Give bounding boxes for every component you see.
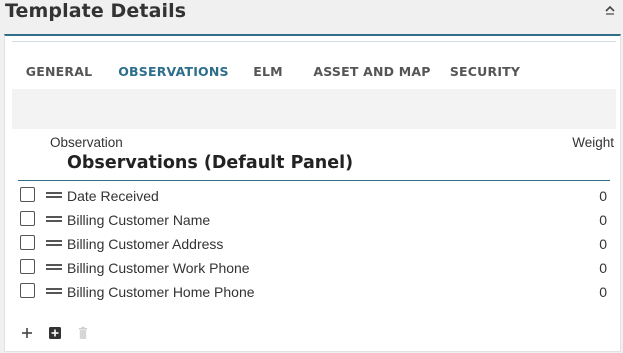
tab-asset-and-map[interactable]: ASSET AND MAP bbox=[313, 64, 431, 88]
row-label: Billing Customer Name bbox=[67, 212, 211, 228]
list-item: Billing Customer Work Phone 0 bbox=[19, 259, 609, 281]
row-checkbox[interactable] bbox=[20, 283, 35, 298]
tab-elm[interactable]: ELM bbox=[249, 64, 287, 88]
row-checkbox[interactable] bbox=[20, 211, 35, 226]
drag-handle-icon[interactable] bbox=[46, 288, 62, 294]
trash-icon[interactable] bbox=[76, 326, 90, 340]
drag-handle-icon[interactable] bbox=[46, 216, 62, 222]
panel-header: Template Details bbox=[0, 0, 623, 34]
template-details-panel: GENERAL OBSERVATIONS ELM ASSET AND MAP S… bbox=[4, 34, 621, 352]
plus-icon[interactable] bbox=[20, 326, 34, 340]
row-weight: 0 bbox=[599, 188, 607, 204]
tab-toolbar-area bbox=[12, 89, 616, 129]
drag-handle-icon[interactable] bbox=[46, 192, 62, 198]
section-divider bbox=[18, 180, 610, 181]
page-title: Template Details bbox=[5, 0, 187, 22]
drag-handle-icon[interactable] bbox=[46, 240, 62, 246]
tab-security[interactable]: SECURITY bbox=[449, 64, 521, 88]
tab-general[interactable]: GENERAL bbox=[24, 64, 94, 88]
row-checkbox[interactable] bbox=[20, 259, 35, 274]
row-weight: 0 bbox=[599, 260, 607, 276]
list-item: Date Received 0 bbox=[19, 187, 609, 209]
section-title: Observations (Default Panel) bbox=[67, 153, 354, 173]
row-weight: 0 bbox=[599, 236, 607, 252]
plus-square-icon[interactable] bbox=[48, 326, 62, 340]
row-weight: 0 bbox=[599, 284, 607, 300]
row-checkbox[interactable] bbox=[20, 235, 35, 250]
list-item: Billing Customer Home Phone 0 bbox=[19, 283, 609, 305]
tab-observations[interactable]: OBSERVATIONS bbox=[108, 64, 239, 88]
row-label: Billing Customer Address bbox=[67, 236, 224, 252]
drag-handle-icon[interactable] bbox=[46, 264, 62, 270]
list-item: Billing Customer Name 0 bbox=[19, 211, 609, 233]
row-label: Date Received bbox=[67, 188, 159, 204]
chevron-up-icon[interactable] bbox=[603, 3, 617, 17]
row-label: Billing Customer Work Phone bbox=[67, 260, 250, 276]
list-item: Billing Customer Address 0 bbox=[19, 235, 609, 257]
row-checkbox[interactable] bbox=[20, 187, 35, 202]
row-weight: 0 bbox=[599, 212, 607, 228]
column-header-weight: Weight bbox=[572, 135, 614, 150]
column-header-observation: Observation bbox=[50, 135, 123, 150]
row-label: Billing Customer Home Phone bbox=[67, 284, 255, 300]
